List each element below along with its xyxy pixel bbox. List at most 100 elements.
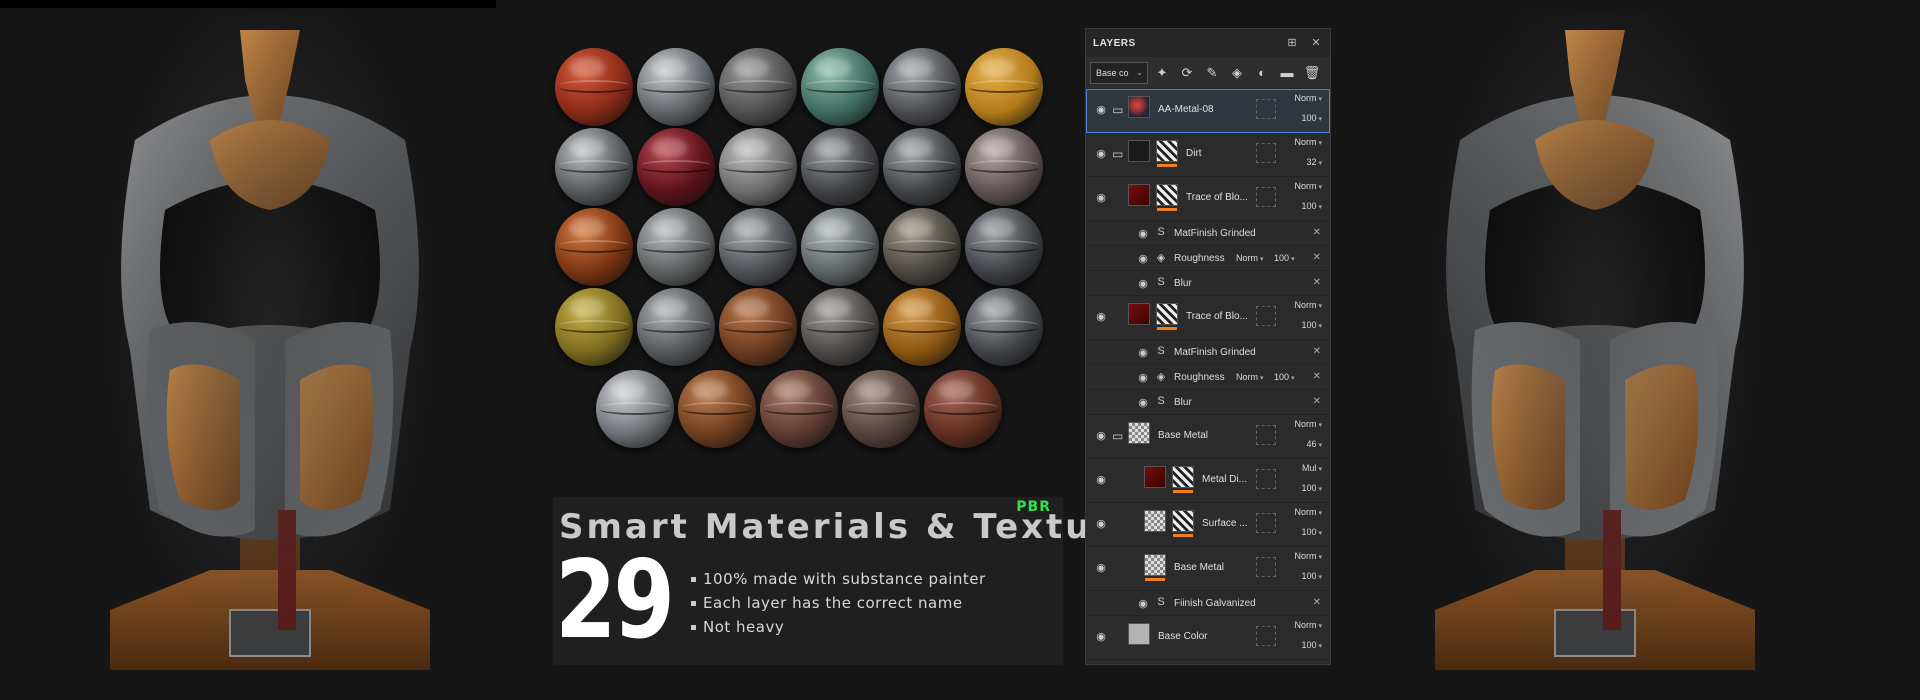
eye-icon[interactable]: ◉ (1136, 227, 1150, 241)
layer-thumbnail[interactable] (1128, 422, 1150, 444)
effect-row[interactable]: ◉ ◈ Roughness Norm ▾ 100 ▾ ✕ (1086, 246, 1330, 271)
effect-name[interactable]: Roughness (1174, 372, 1225, 383)
effect-row[interactable]: ◉ S Fiinish Galvanized ✕ (1086, 591, 1330, 616)
eye-icon[interactable]: ◉ (1094, 517, 1108, 531)
mask-slot[interactable] (1256, 187, 1276, 207)
blend-mode-dropdown[interactable]: Norm ▾ (1294, 181, 1322, 191)
layer-thumbnail[interactable] (1144, 510, 1166, 532)
folder-icon[interactable]: ▬ (1276, 62, 1298, 84)
blend-mode-dropdown[interactable]: Norm ▾ (1294, 620, 1322, 630)
remove-effect-icon[interactable]: ✕ (1313, 346, 1321, 357)
blend-mode-dropdown[interactable]: Norm ▾ (1294, 93, 1322, 103)
layer-name[interactable]: Base Color (1158, 631, 1256, 642)
layer-row[interactable]: ◉ Surface ... Norm ▾ 100 ▾ (1086, 503, 1330, 547)
dock-icon[interactable]: ⊞ (1285, 36, 1299, 50)
layer-row[interactable]: ◉ Trace of Blo... Norm ▾ 100 ▾ (1086, 177, 1330, 221)
eye-icon[interactable]: ◉ (1136, 371, 1150, 385)
layer-name[interactable]: Base Metal (1158, 430, 1256, 441)
layer-name[interactable]: Trace of Blo... (1186, 192, 1256, 203)
mask-thumbnail[interactable] (1156, 303, 1178, 330)
layer-thumbnail[interactable] (1144, 554, 1166, 581)
eye-icon[interactable]: ◉ (1094, 429, 1108, 443)
effect-row[interactable]: ◉ S Blur ✕ (1086, 271, 1330, 296)
filter-icon[interactable]: ⟳ (1176, 62, 1198, 84)
remove-effect-icon[interactable]: ✕ (1313, 396, 1321, 407)
eye-icon[interactable]: ◉ (1094, 310, 1108, 324)
mask-thumbnail[interactable] (1156, 140, 1178, 167)
mask-slot[interactable] (1256, 626, 1276, 646)
effect-opacity-dropdown[interactable]: 100 ▾ (1274, 372, 1295, 382)
eye-icon[interactable]: ◉ (1136, 396, 1150, 410)
layer-row[interactable]: ◉ Metal Di... Mul ▾ 100 ▾ (1086, 459, 1330, 503)
mask-thumbnail[interactable] (1172, 466, 1194, 493)
remove-effect-icon[interactable]: ✕ (1313, 252, 1321, 263)
mask-slot[interactable] (1256, 469, 1276, 489)
layer-thumbnail[interactable] (1128, 184, 1150, 206)
opacity-dropdown[interactable]: 100 ▾ (1301, 483, 1322, 493)
layer-name[interactable]: Surface ... (1202, 518, 1256, 529)
opacity-dropdown[interactable]: 100 ▾ (1301, 571, 1322, 581)
eye-icon[interactable]: ◉ (1094, 630, 1108, 644)
effect-name[interactable]: Roughness (1174, 253, 1225, 264)
effect-row[interactable]: ◉ S Blur ✕ (1086, 390, 1330, 415)
layer-row[interactable]: ◉ Base Metal Norm ▾ 100 ▾ (1086, 547, 1330, 591)
mask-slot[interactable] (1256, 306, 1276, 326)
paint-brush-icon[interactable]: ✎ (1201, 62, 1223, 84)
effect-name[interactable]: MatFinish Grinded (1174, 347, 1256, 358)
effect-opacity-dropdown[interactable]: 100 ▾ (1274, 253, 1295, 263)
fill-bucket-icon[interactable]: ◈ (1226, 62, 1248, 84)
eye-icon[interactable]: ◉ (1136, 252, 1150, 266)
layer-name[interactable]: Dirt (1186, 148, 1256, 159)
eye-icon[interactable]: ◉ (1094, 103, 1108, 117)
layer-thumbnail[interactable] (1128, 96, 1150, 118)
layer-thumbnail[interactable] (1128, 623, 1150, 645)
layer-row[interactable]: ◉ Trace of Blo... Norm ▾ 100 ▾ (1086, 296, 1330, 340)
opacity-dropdown[interactable]: 100 ▾ (1301, 640, 1322, 650)
opacity-dropdown[interactable]: 32 ▾ (1306, 157, 1322, 167)
layer-name[interactable]: Base Metal (1174, 562, 1256, 573)
mask-slot[interactable] (1256, 99, 1276, 119)
eye-icon[interactable]: ◉ (1136, 277, 1150, 291)
remove-effect-icon[interactable]: ✕ (1313, 227, 1321, 238)
blend-mode-dropdown[interactable]: Norm ▾ (1294, 419, 1322, 429)
remove-effect-icon[interactable]: ✕ (1313, 371, 1321, 382)
layer-thumbnail[interactable] (1128, 303, 1150, 325)
trash-icon[interactable]: 🗑 (1301, 62, 1323, 84)
remove-effect-icon[interactable]: ✕ (1313, 597, 1321, 608)
effect-row[interactable]: ◉ S MatFinish Grinded ✕ (1086, 340, 1330, 365)
layer-thumbnail[interactable] (1144, 466, 1166, 488)
blend-mode-dropdown[interactable]: Norm ▾ (1294, 507, 1322, 517)
layer-row[interactable]: ◉ ▭ Base Metal Norm ▾ 46 ▾ (1086, 415, 1330, 459)
mask-slot[interactable] (1256, 425, 1276, 445)
effect-name[interactable]: MatFinish Grinded (1174, 228, 1256, 239)
close-icon[interactable]: ✕ (1309, 36, 1323, 50)
layer-name[interactable]: Metal Di... (1202, 474, 1256, 485)
eye-icon[interactable]: ◉ (1136, 597, 1150, 611)
eye-icon[interactable]: ◉ (1136, 346, 1150, 360)
layer-thumbnail[interactable] (1128, 140, 1150, 162)
mask-thumbnail[interactable] (1156, 184, 1178, 211)
effect-blend-dropdown[interactable]: Norm ▾ (1236, 372, 1264, 382)
effect-row[interactable]: ◉ ◈ Roughness Norm ▾ 100 ▾ ✕ (1086, 365, 1330, 390)
eye-icon[interactable]: ◉ (1094, 561, 1108, 575)
effect-name[interactable]: Blur (1174, 397, 1192, 408)
opacity-dropdown[interactable]: 46 ▾ (1306, 439, 1322, 449)
magic-wand-icon[interactable]: ✦ (1151, 62, 1173, 84)
remove-effect-icon[interactable]: ✕ (1313, 277, 1321, 288)
effect-name[interactable]: Fiinish Galvanized (1174, 598, 1256, 609)
mask-slot[interactable] (1256, 513, 1276, 533)
mask-slot[interactable] (1256, 557, 1276, 577)
layer-name[interactable]: AA-Metal-08 (1158, 104, 1256, 115)
effect-blend-dropdown[interactable]: Norm ▾ (1236, 253, 1264, 263)
smart-material-icon[interactable]: ◐ (1251, 62, 1273, 84)
layer-row[interactable]: ◉ ▭ Dirt Norm ▾ 32 ▾ (1086, 133, 1330, 177)
blend-mode-dropdown[interactable]: Mul ▾ (1302, 463, 1322, 473)
blend-mode-dropdown[interactable]: Norm ▾ (1294, 137, 1322, 147)
opacity-dropdown[interactable]: 100 ▾ (1301, 113, 1322, 123)
layer-row[interactable]: ◉ Base Color Norm ▾ 100 ▾ (1086, 616, 1330, 660)
eye-icon[interactable]: ◉ (1094, 147, 1108, 161)
effect-name[interactable]: Blur (1174, 278, 1192, 289)
opacity-dropdown[interactable]: 100 ▾ (1301, 320, 1322, 330)
blend-mode-dropdown[interactable]: Norm ▾ (1294, 551, 1322, 561)
mask-thumbnail[interactable] (1172, 510, 1194, 537)
